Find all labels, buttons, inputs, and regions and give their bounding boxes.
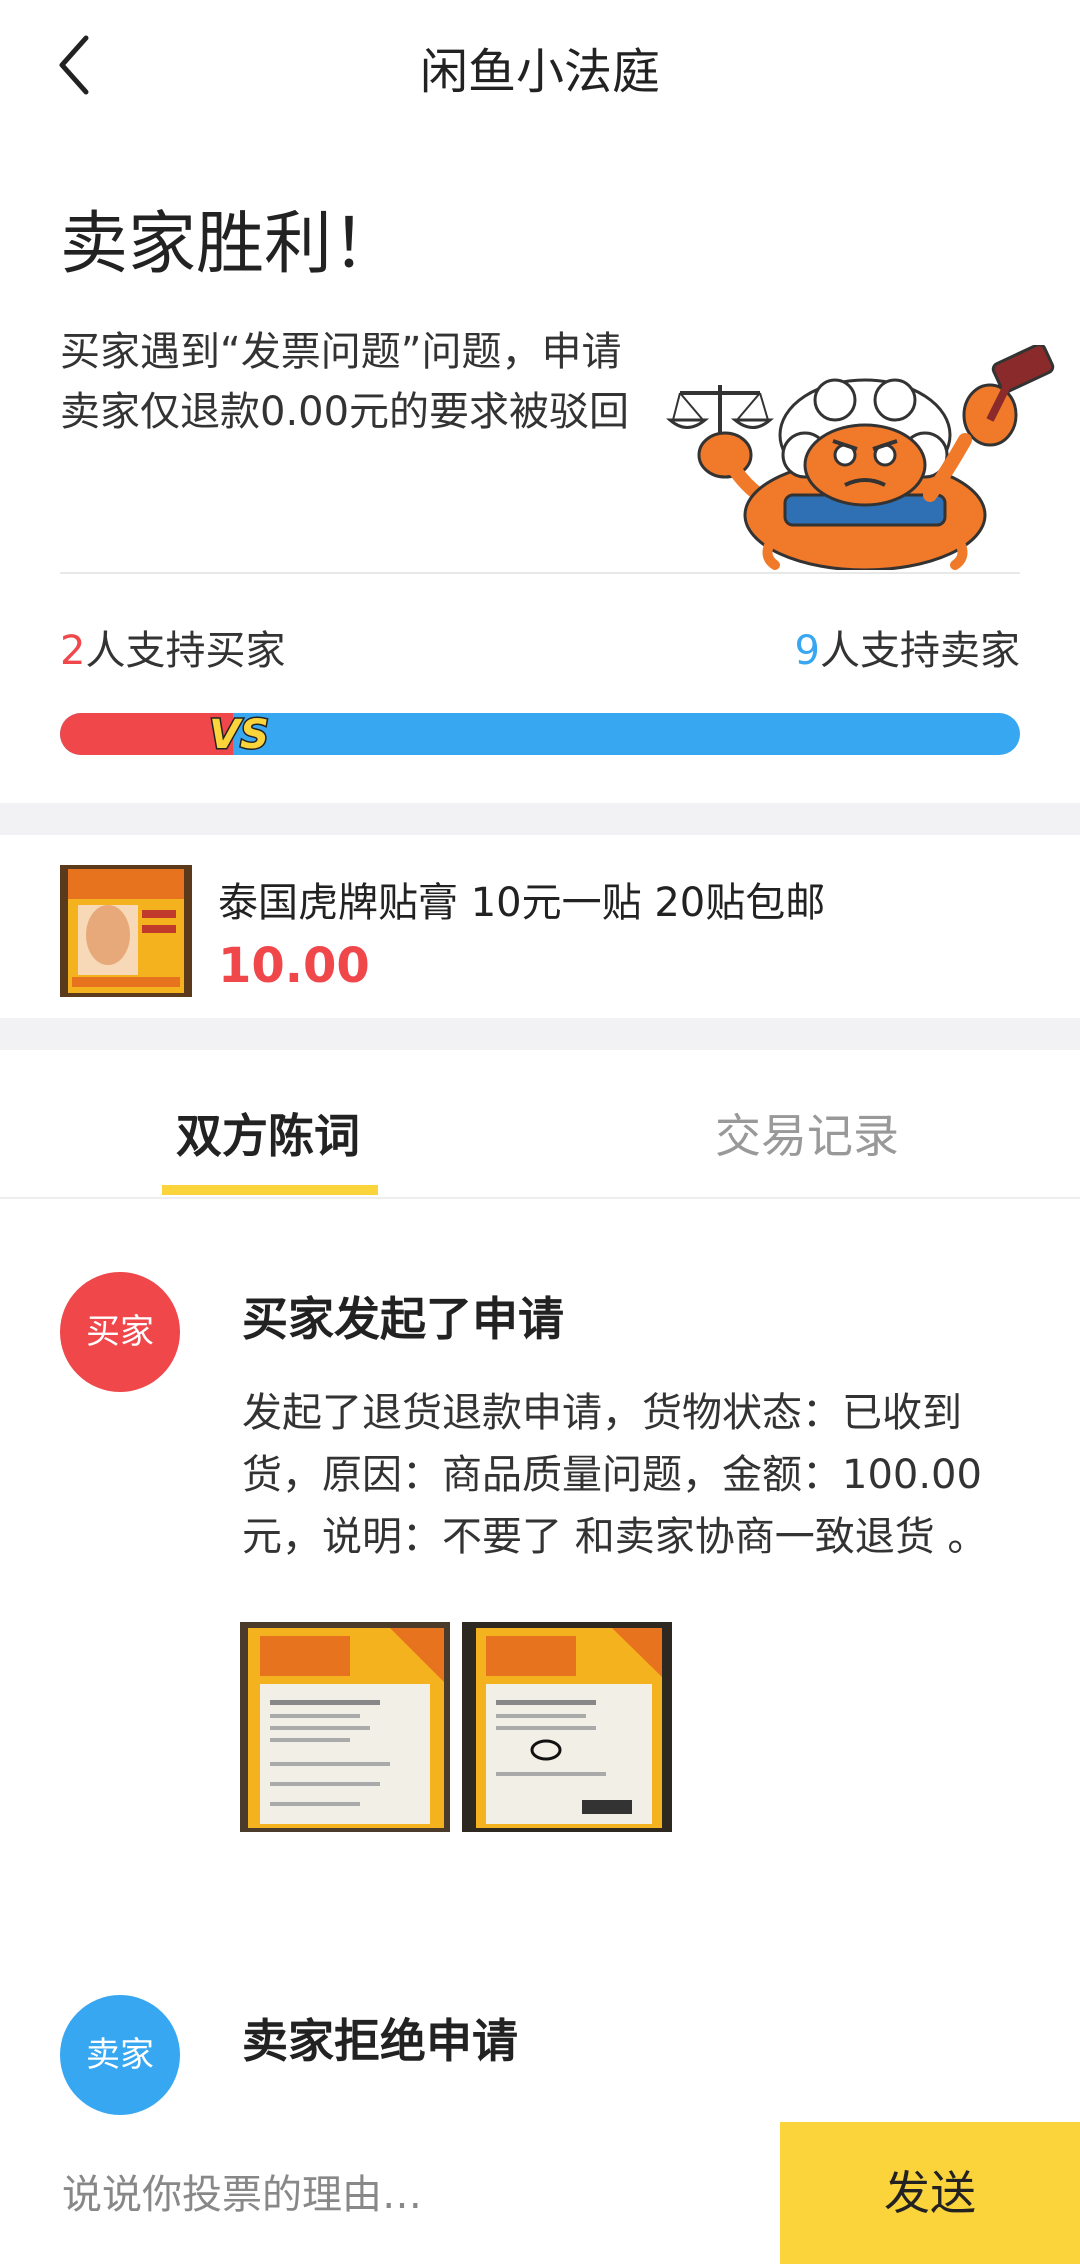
- product-name: 泰国虎牌贴膏 10元一贴 20贴包邮: [218, 880, 826, 926]
- divider: [60, 572, 1020, 574]
- buyer-support: 2人支持买家: [60, 618, 285, 676]
- seller-support-label: 人支持卖家: [820, 628, 1020, 674]
- seller-avatar: 卖家: [60, 1995, 180, 2115]
- crab-judge-illustration: [666, 345, 1055, 570]
- page-title: 闲鱼小法庭: [419, 44, 660, 100]
- send-button[interactable]: 发送: [780, 2122, 1080, 2264]
- active-tab-indicator: [162, 1185, 378, 1195]
- buyer-avatar: 买家: [60, 1272, 180, 1392]
- event-title: 卖家拒绝申请: [242, 2014, 518, 2068]
- vs-text: VS: [209, 712, 269, 758]
- section-separator: [0, 1018, 1080, 1050]
- evidence-image[interactable]: [462, 1622, 672, 1832]
- verdict-description: 买家遇到“发票问题”问题，申请卖家仅退款0.00元的要求被驳回: [60, 329, 630, 435]
- header: 闲鱼小法庭: [0, 0, 1080, 135]
- seller-support: 9人支持卖家: [795, 618, 1020, 676]
- event-title: 买家发起了申请: [242, 1292, 564, 1346]
- product-thumbnail[interactable]: [60, 865, 192, 997]
- buyer-support-label: 人支持买家: [85, 628, 286, 674]
- vote-summary: 2人支持买家 9人支持卖家: [60, 618, 1020, 676]
- evidence-image[interactable]: [240, 1622, 450, 1832]
- buyer-support-count: 2: [60, 628, 86, 674]
- section-separator: [0, 803, 1080, 835]
- tab-transaction-record[interactable]: 交易记录: [715, 1100, 899, 1166]
- product-card[interactable]: 泰国虎牌贴膏 10元一贴 20贴包邮 10.00: [0, 838, 1080, 1018]
- verdict-title: 卖家胜利！: [60, 205, 401, 284]
- reason-input[interactable]: [60, 2162, 744, 2228]
- product-price: 10.00: [218, 938, 370, 994]
- seller-support-count: 9: [794, 628, 820, 674]
- tab-statements[interactable]: 双方陈词: [176, 1100, 360, 1166]
- tab-bar: 双方陈词 交易记录: [0, 1052, 1080, 1199]
- vs-badge: VS: [208, 711, 271, 760]
- vote-reason-composer: 发送: [0, 2122, 1080, 2264]
- reason-input-container: [0, 2122, 780, 2264]
- event-body: 发起了退货退款申请，货物状态：已收到货，原因：商品质量问题，金额：100.00元…: [242, 1390, 988, 1560]
